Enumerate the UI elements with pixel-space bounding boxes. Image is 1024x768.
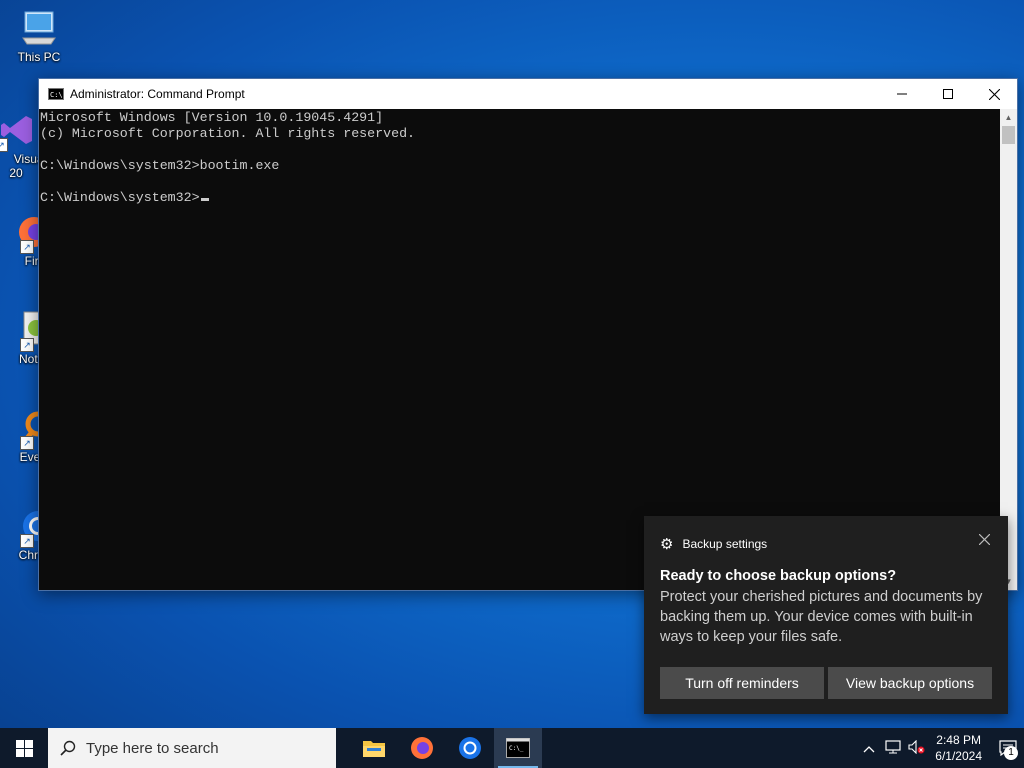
window-title: Administrator: Command Prompt	[70, 87, 245, 101]
gear-icon: ⚙	[660, 536, 674, 553]
action-center-button[interactable]: 1	[992, 728, 1024, 768]
desktop-icon-label: This PC	[17, 50, 61, 64]
console-prompt-line: C:\Windows\system32>	[40, 190, 1000, 206]
taskbar-clock[interactable]: 2:48 PM 6/1/2024	[935, 732, 982, 764]
close-icon	[978, 533, 991, 546]
toast-body: Protect your cherished pictures and docu…	[660, 589, 983, 645]
shortcut-arrow-icon: ↗	[20, 240, 34, 254]
firefox-icon	[411, 737, 433, 759]
shortcut-arrow-icon: ↗	[20, 436, 34, 450]
toast-header: ⚙ Backup settings	[660, 535, 767, 553]
turn-off-reminders-button[interactable]: Turn off reminders	[660, 667, 824, 699]
taskbar-app-chrome[interactable]	[446, 728, 494, 768]
console-line: (c) Microsoft Corporation. All rights re…	[40, 126, 416, 141]
windows-logo-icon	[15, 739, 33, 757]
toast-title: Ready to choose backup options?	[660, 568, 897, 584]
console-prompt: C:\Windows\system32>	[40, 190, 200, 205]
taskbar: Type here to search C:\_ 2:48 PM 6/1/202…	[0, 728, 1024, 768]
taskbar-app-command-prompt[interactable]: C:\_	[494, 728, 542, 768]
notification-count-badge: 1	[1004, 746, 1018, 760]
taskbar-app-firefox[interactable]	[398, 728, 446, 768]
start-button[interactable]	[0, 728, 48, 768]
visual-studio-icon: ↗	[0, 110, 36, 152]
chrome-icon	[459, 737, 481, 759]
toast-app-name: Backup settings	[682, 537, 768, 551]
taskbar-app-file-explorer[interactable]	[350, 728, 398, 768]
computer-icon	[19, 8, 59, 48]
minimize-button[interactable]	[879, 79, 925, 109]
shortcut-arrow-icon: ↗	[0, 138, 8, 152]
command-prompt-icon: C:\_	[506, 738, 530, 758]
console-line: ​	[40, 142, 1000, 158]
clock-date: 6/1/2024	[935, 749, 982, 763]
scroll-up-arrow-icon[interactable]: ▲	[1000, 109, 1017, 126]
shortcut-arrow-icon: ↗	[20, 534, 34, 548]
console-line: ​	[40, 174, 1000, 190]
command-prompt-window[interactable]: C:\ Administrator: Command Prompt Micros…	[38, 78, 1018, 591]
shortcut-arrow-icon: ↗	[20, 338, 34, 352]
view-backup-options-button[interactable]: View backup options	[828, 667, 992, 699]
close-button[interactable]	[971, 79, 1017, 109]
maximize-button[interactable]	[925, 79, 971, 109]
clock-time: 2:48 PM	[936, 733, 981, 747]
desktop-icon-this-pc[interactable]: This PC	[1, 8, 77, 64]
close-icon	[988, 88, 1000, 100]
backup-notification-toast[interactable]: ⚙ Backup settings Ready to choose backup…	[644, 516, 1008, 714]
console-line: C:\Windows\system32>bootim.exe	[40, 158, 280, 173]
network-icon[interactable]	[881, 739, 905, 757]
minimize-icon	[897, 93, 907, 95]
command-prompt-icon: C:\	[48, 88, 64, 100]
show-hidden-icons-chevron-icon[interactable]	[857, 741, 881, 756]
volume-muted-icon[interactable]	[905, 739, 929, 757]
console-line: Microsoft Windows [Version 10.0.19045.42…	[40, 110, 384, 125]
scrollbar-thumb[interactable]	[1002, 126, 1015, 144]
search-placeholder: Type here to search	[86, 739, 219, 757]
taskbar-search-box[interactable]: Type here to search	[48, 728, 336, 768]
search-icon	[60, 740, 76, 756]
svg-text:C:\_: C:\_	[509, 745, 524, 752]
system-tray: 2:48 PM 6/1/2024 1	[857, 728, 1024, 768]
toast-close-button[interactable]	[978, 532, 991, 549]
text-cursor	[200, 198, 209, 201]
maximize-icon	[943, 89, 953, 99]
window-titlebar[interactable]: C:\ Administrator: Command Prompt	[39, 79, 1017, 109]
folder-icon	[363, 741, 385, 757]
